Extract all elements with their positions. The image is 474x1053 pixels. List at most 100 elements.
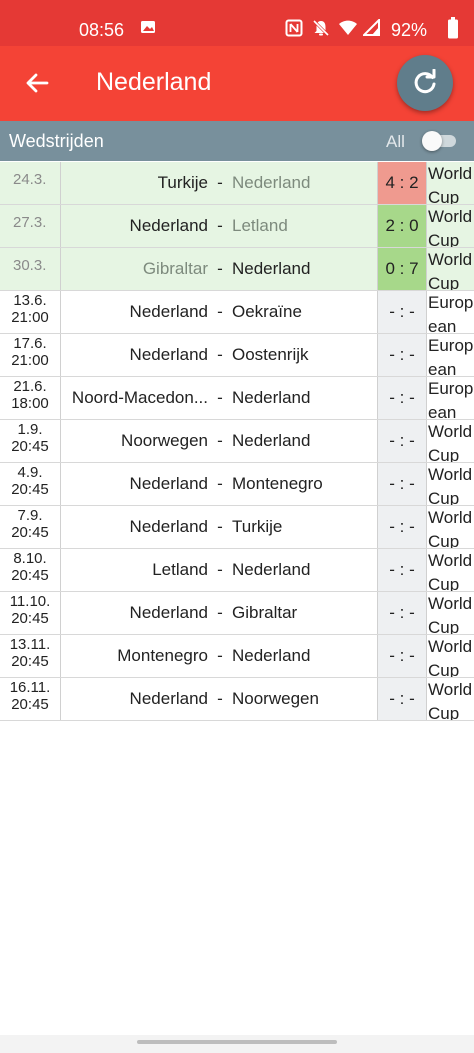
match-date: 7.9. 20:45 <box>0 506 61 548</box>
competition: World Cup <box>428 422 473 462</box>
match-time: 20:45 <box>11 524 49 541</box>
match-row[interactable]: 4.9. 20:45 Nederland - Montenegro - : - World … <box>0 463 474 506</box>
match-row[interactable]: 24.3. Turkije - Nederland 4 : 2 World Cup <box>0 162 474 205</box>
match-row[interactable]: 30.3. Gibraltar - Nederland 0 : 7 World Cup <box>0 248 474 291</box>
match-score: - : - <box>377 291 427 333</box>
status-time: 08:56 <box>79 20 125 40</box>
match-row[interactable]: 13.6. 21:00 Nederland - Oekraïne - : - Europea… <box>0 291 474 334</box>
toggle-knob <box>422 131 442 151</box>
away-team: Nederland <box>232 431 311 450</box>
away-team: Nederland <box>232 259 311 278</box>
match-score: - : - <box>377 463 427 505</box>
team-separator: - <box>217 388 223 407</box>
match-time: 20:45 <box>11 653 49 670</box>
match-time: 21:00 <box>11 352 49 369</box>
match-time: 20:45 <box>11 438 49 455</box>
match-score: - : - <box>377 592 427 634</box>
team-separator: - <box>217 560 223 579</box>
navigation-bar <box>0 1035 474 1053</box>
page-title: Nederland <box>96 68 212 96</box>
battery-icon <box>447 17 459 44</box>
match-time: 20:45 <box>11 610 49 627</box>
match-day: 27.3. <box>13 214 47 231</box>
match-day: 24.3. <box>13 171 47 188</box>
team-separator: - <box>217 345 223 364</box>
competition: World Cup <box>428 551 473 591</box>
match-date: 24.3. <box>0 162 61 204</box>
match-day: 13.6. <box>13 292 47 309</box>
match-day: 11.10. <box>9 593 51 610</box>
home-team: Letland <box>152 560 208 579</box>
away-team: Nederland <box>232 173 311 192</box>
competition: World Cup <box>428 637 473 677</box>
refresh-button[interactable] <box>397 55 453 111</box>
match-day: 17.6. <box>13 335 47 352</box>
section-title: Wedstrijden <box>9 131 104 151</box>
match-day: 8.10. <box>13 550 47 567</box>
match-date: 4.9. 20:45 <box>0 463 61 505</box>
away-team: Nederland <box>232 388 311 407</box>
away-team: Montenegro <box>232 474 323 493</box>
match-score: - : - <box>377 377 427 419</box>
match-row[interactable]: 13.11. 20:45 Montenegro - Nederland - : - Worl… <box>0 635 474 678</box>
match-row[interactable]: 1.9. 20:45 Noorwegen - Nederland - : - World C… <box>0 420 474 463</box>
match-score: - : - <box>377 334 427 376</box>
match-time: 20:45 <box>11 481 49 498</box>
match-time: 21:00 <box>11 309 49 326</box>
home-team: Nederland <box>129 216 208 235</box>
match-row[interactable]: 7.9. 20:45 Nederland - Turkije - : - World Cup <box>0 506 474 549</box>
away-team: Gibraltar <box>232 603 298 622</box>
home-team: Gibraltar <box>142 259 208 278</box>
home-team: Noord-Macedon... <box>71 388 208 407</box>
match-score: 0 : 7 <box>377 248 427 290</box>
competition: World Cup <box>428 508 473 548</box>
team-separator: - <box>217 603 223 622</box>
match-day: 21.6. <box>13 378 47 395</box>
match-day: 30.3. <box>13 257 47 274</box>
home-team: Nederland <box>129 603 208 622</box>
all-toggle-switch[interactable] <box>422 131 456 151</box>
gesture-handle[interactable] <box>137 1040 337 1044</box>
team-separator: - <box>217 216 223 235</box>
match-date: 27.3. <box>0 205 61 247</box>
match-date: 21.6. 18:00 <box>0 377 61 419</box>
team-separator: - <box>217 646 223 665</box>
match-day: 13.11. <box>9 636 51 653</box>
match-score: - : - <box>377 506 427 548</box>
match-score: - : - <box>377 420 427 462</box>
match-row[interactable]: 27.3. Nederland - Letland 2 : 0 World Cup <box>0 205 474 248</box>
match-row[interactable]: 16.11. 20:45 Nederland - Noorwegen - : - World… <box>0 678 474 721</box>
section-header: Wedstrijden All <box>0 121 474 161</box>
away-team: Oekraïne <box>232 302 302 321</box>
team-separator: - <box>217 431 223 450</box>
arrow-back-icon[interactable] <box>22 68 52 98</box>
match-score: 4 : 2 <box>377 162 427 204</box>
home-team: Montenegro <box>117 646 208 665</box>
team-separator: - <box>217 302 223 321</box>
away-team: Letland <box>232 216 288 235</box>
away-team: Nederland <box>232 646 311 665</box>
match-row[interactable]: 11.10. 20:45 Nederland - Gibraltar - : - World… <box>0 592 474 635</box>
competition: World Cup <box>428 594 473 634</box>
match-row[interactable]: 17.6. 21:00 Nederland - Oostenrijk - : - Europ… <box>0 334 474 377</box>
signal-icon <box>361 17 381 42</box>
match-time: 20:45 <box>11 696 49 713</box>
home-team: Turkije <box>157 173 208 192</box>
match-date: 13.6. 21:00 <box>0 291 61 333</box>
home-team: Nederland <box>129 302 208 321</box>
away-team: Oostenrijk <box>232 345 309 364</box>
match-score: - : - <box>377 678 427 720</box>
match-day: 16.11. <box>9 679 51 696</box>
home-team: Nederland <box>129 474 208 493</box>
gallery-icon <box>140 19 156 40</box>
match-row[interactable]: 21.6. 18:00 Noord-Macedon... - Nederland - : … <box>0 377 474 420</box>
match-day: 4.9. <box>17 464 43 481</box>
match-row[interactable]: 8.10. 20:45 Letland - Nederland - : - World Cu… <box>0 549 474 592</box>
home-team: Noorwegen <box>121 431 208 450</box>
status-bar: 08:56 92% <box>0 0 474 46</box>
match-score: - : - <box>377 549 427 591</box>
team-separator: - <box>217 474 223 493</box>
away-team: Turkije <box>232 517 283 536</box>
competition: European <box>428 293 474 333</box>
home-team: Nederland <box>129 517 208 536</box>
